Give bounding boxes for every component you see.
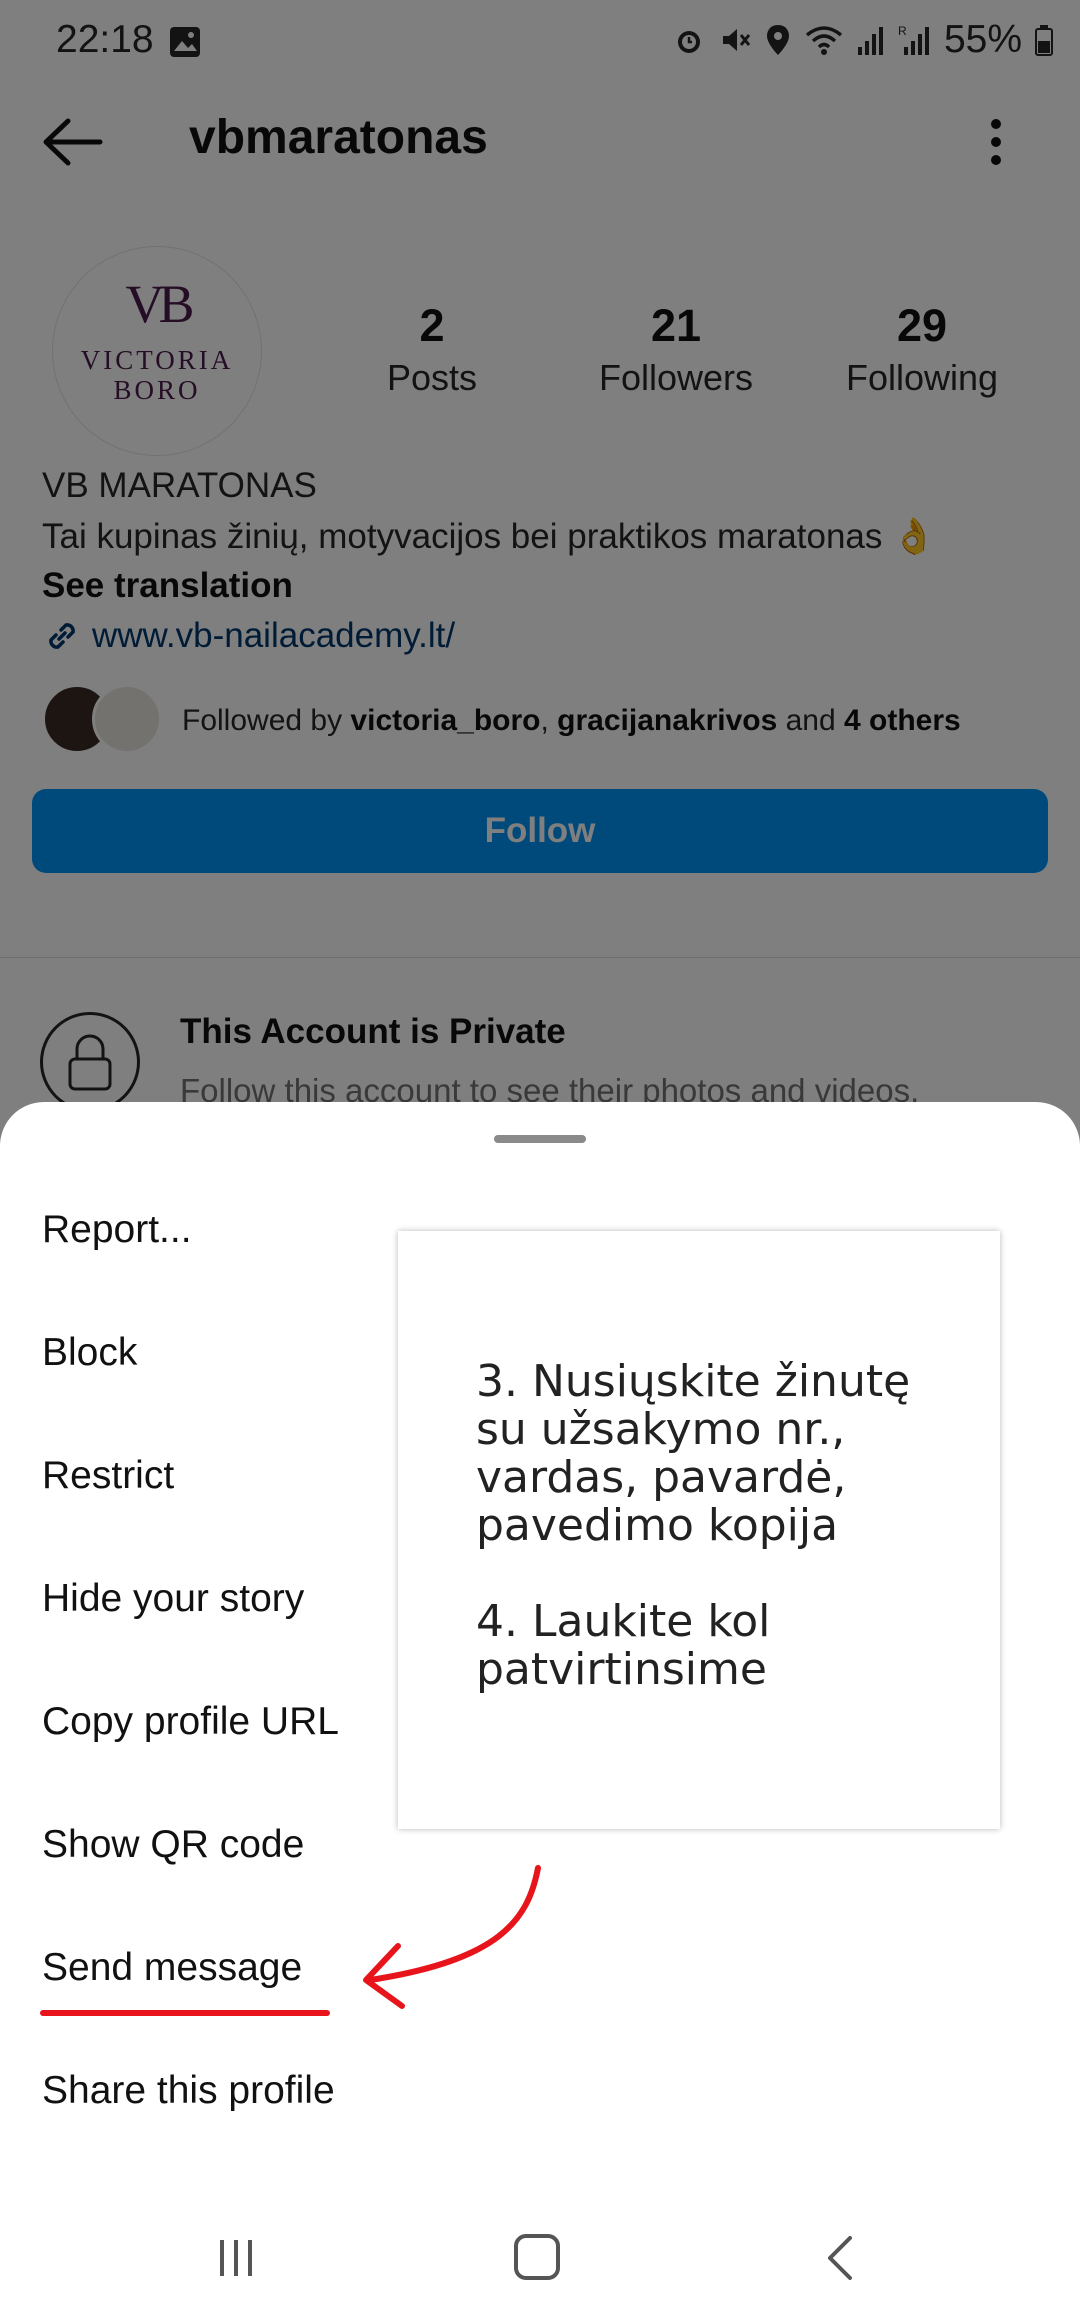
sheet-drag-handle[interactable]	[494, 1135, 586, 1143]
instruction-text: 3. Nusiųskite žinutę su užsakymo nr., va…	[476, 1358, 946, 1742]
instruction-step-3: 3. Nusiųskite žinutę su užsakymo nr., va…	[476, 1356, 911, 1551]
annotation-arrow	[363, 1865, 541, 2009]
menu-item-hide-story[interactable]: Hide your story	[42, 1577, 304, 1621]
menu-item-block[interactable]: Block	[42, 1331, 137, 1375]
menu-item-send-message[interactable]: Send message	[42, 1946, 302, 1990]
home-icon[interactable]	[514, 2234, 560, 2280]
nav-back-icon[interactable]	[824, 2234, 854, 2282]
system-nav-bar	[0, 2200, 1080, 2316]
menu-item-restrict[interactable]: Restrict	[42, 1454, 174, 1498]
menu-item-copy-profile-url[interactable]: Copy profile URL	[42, 1700, 339, 1744]
instruction-step-4: 4. Laukite kol patvirtinsime	[476, 1596, 771, 1695]
recents-icon[interactable]	[216, 2238, 256, 2278]
menu-item-show-qr-code[interactable]: Show QR code	[42, 1823, 304, 1867]
menu-item-report[interactable]: Report...	[42, 1208, 192, 1252]
annotation-underline	[40, 2010, 330, 2016]
menu-item-share-profile[interactable]: Share this profile	[42, 2069, 335, 2113]
instruction-card: 3. Nusiųskite žinutę su užsakymo nr., va…	[398, 1231, 1000, 1829]
